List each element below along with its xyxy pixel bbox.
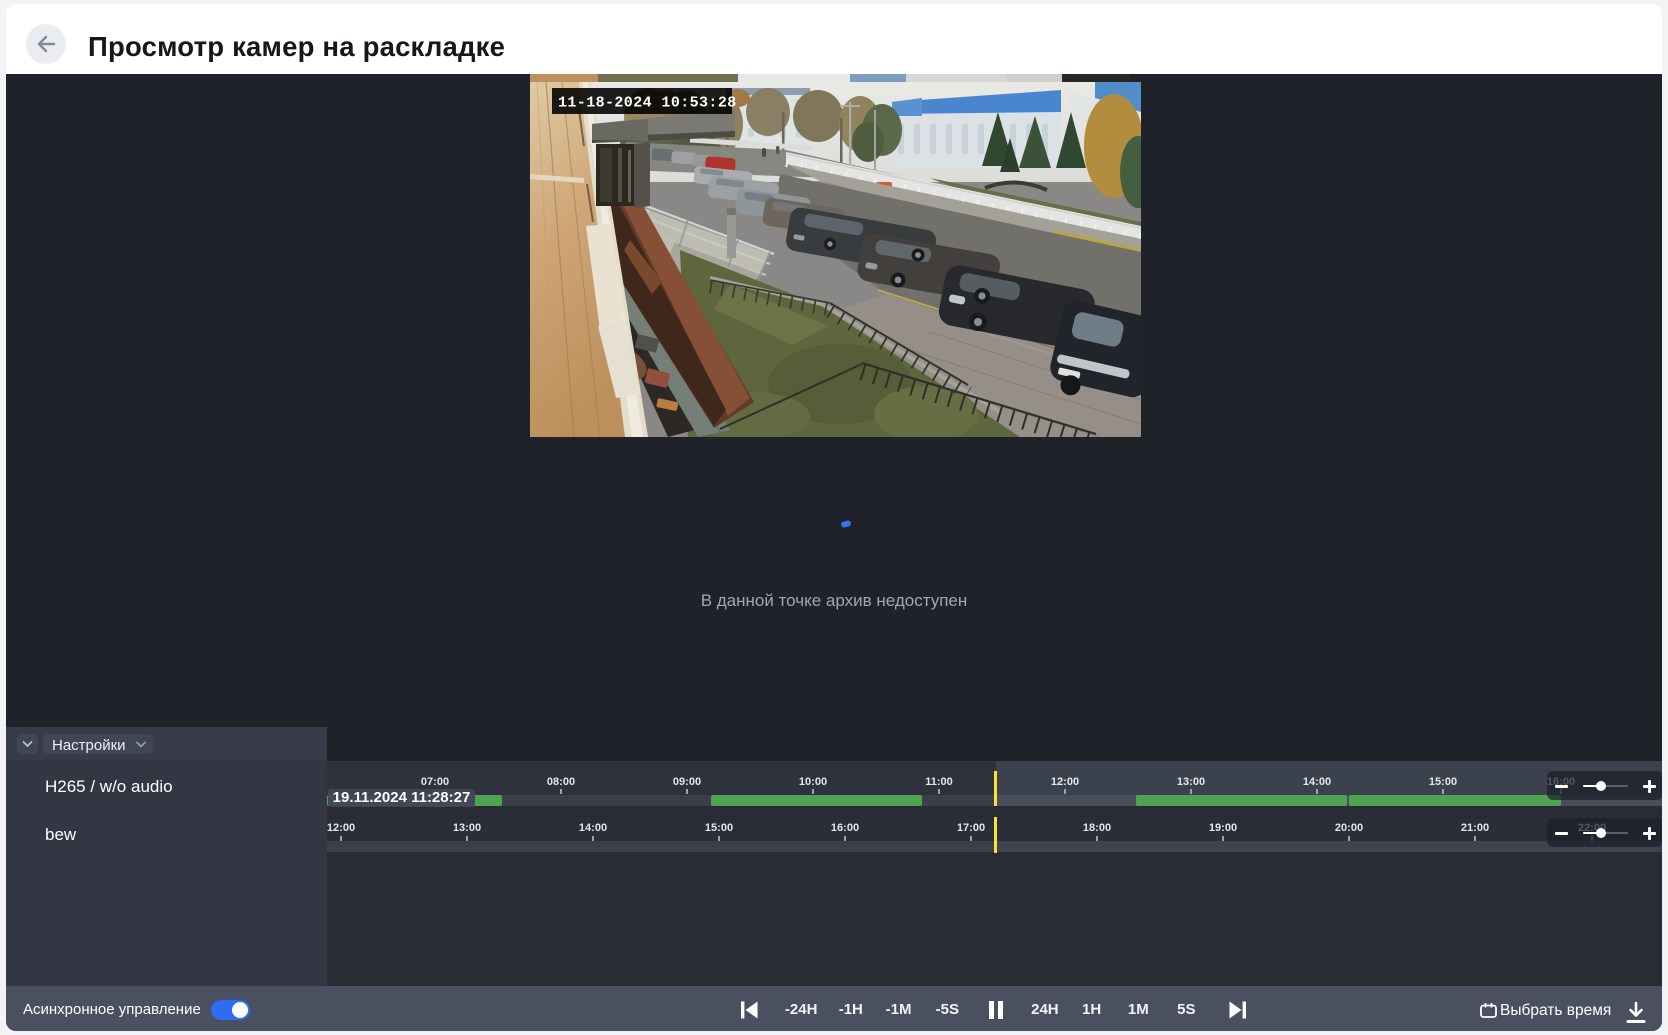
svg-text:11-18-2024 10:53:28: 11-18-2024 10:53:28: [558, 95, 737, 112]
